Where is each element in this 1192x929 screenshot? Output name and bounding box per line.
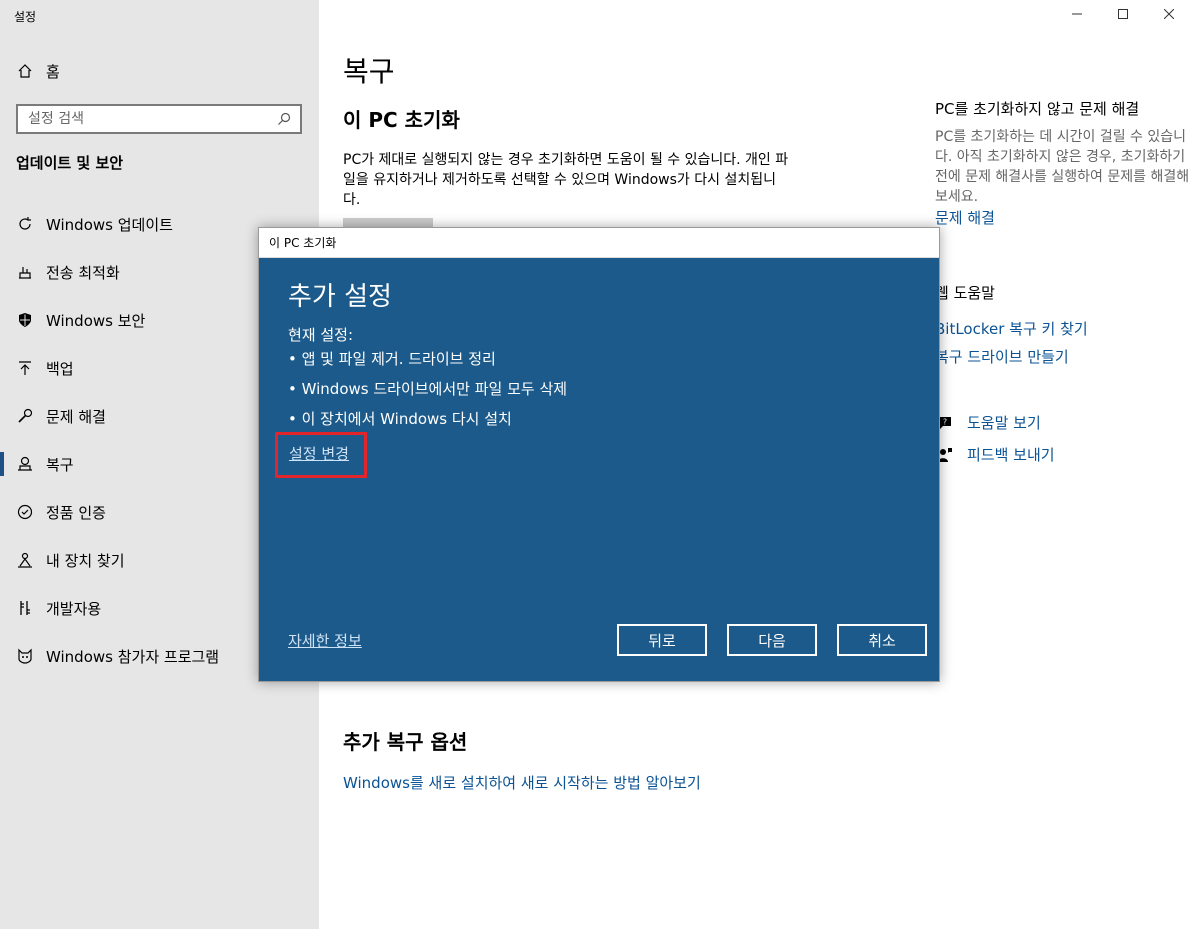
dialog-heading: 추가 설정 — [288, 282, 392, 312]
refresh-icon — [16, 215, 34, 233]
change-settings-link[interactable]: 설정 변경 — [289, 443, 349, 464]
troubleshoot-link[interactable]: 문제 해결 — [935, 207, 1192, 228]
get-help-label: 도움말 보기 — [967, 414, 1041, 432]
feedback-link[interactable]: 피드백 보내기 — [935, 444, 1055, 465]
recovery-drive-link[interactable]: 복구 드라이브 만들기 — [935, 346, 1069, 367]
developer-icon — [16, 599, 34, 617]
setting-item: • 앱 및 파일 제거. 드라이브 정리 — [288, 350, 496, 368]
search-input[interactable] — [28, 111, 276, 127]
troubleshoot-desc: PC를 초기화하는 데 시간이 걸릴 수 있습니다. 아직 초기화하지 않은 경… — [935, 129, 1190, 205]
dialog-body: 추가 설정 현재 설정: • 앱 및 파일 제거. 드라이브 정리 • Wind… — [259, 258, 939, 681]
current-settings-list: • 앱 및 파일 제거. 드라이브 정리 • Windows 드라이브에서만 파… — [288, 348, 567, 438]
web-help-title: 웹 도움말 — [935, 284, 995, 302]
app-title: 설정 — [14, 10, 37, 24]
search-box[interactable] — [16, 104, 302, 134]
backup-arrow-icon — [16, 359, 34, 377]
sidebar-item-label: 복구 — [46, 455, 74, 474]
learn-more-link[interactable]: 자세한 정보 — [288, 630, 362, 651]
sidebar-item-label: Windows 보안 — [46, 311, 146, 330]
delivery-icon — [16, 263, 34, 281]
next-button[interactable]: 다음 — [727, 624, 817, 656]
sidebar-item-label: Windows 업데이트 — [46, 215, 173, 234]
feedback-label: 피드백 보내기 — [967, 446, 1055, 464]
sidebar-item-label: 내 장치 찾기 — [46, 551, 125, 570]
sidebar-item-label: Windows 참가자 프로그램 — [46, 647, 220, 666]
get-help-link[interactable]: ? 도움말 보기 — [935, 412, 1041, 433]
troubleshoot-section: PC를 초기화하지 않고 문제 해결 PC를 초기화하는 데 시간이 걸릴 수 … — [935, 98, 1192, 228]
sidebar-item-label: 정품 인증 — [46, 503, 106, 522]
current-settings-label: 현재 설정: — [288, 326, 354, 344]
sidebar-item-label: 문제 해결 — [46, 407, 106, 426]
home-nav-item[interactable]: 홈 — [16, 58, 60, 84]
sidebar-item-label: 전송 최적화 — [46, 263, 120, 282]
insider-cat-icon — [16, 647, 34, 665]
shield-icon — [16, 311, 34, 329]
back-button[interactable]: 뒤로 — [617, 624, 707, 656]
cancel-button[interactable]: 취소 — [837, 624, 927, 656]
check-circle-icon — [16, 503, 34, 521]
setting-item: • Windows 드라이브에서만 파일 모두 삭제 — [288, 380, 568, 398]
troubleshoot-title: PC를 초기화하지 않고 문제 해결 — [935, 100, 1140, 118]
dialog-titlebar: 이 PC 초기화 — [259, 228, 939, 258]
svg-text:?: ? — [943, 417, 947, 426]
recovery-icon — [16, 455, 34, 473]
search-icon[interactable] — [276, 111, 292, 127]
wrench-icon — [16, 407, 34, 425]
person-pin-icon — [16, 551, 34, 569]
sidebar-item-label: 개발자용 — [46, 599, 102, 618]
home-icon — [16, 62, 34, 80]
bitlocker-key-link[interactable]: BitLocker 복구 키 찾기 — [935, 318, 1088, 339]
home-label: 홈 — [46, 62, 60, 81]
sidebar-item-label: 백업 — [46, 359, 74, 378]
reset-pc-dialog: 이 PC 초기화 추가 설정 현재 설정: • 앱 및 파일 제거. 드라이브 … — [258, 227, 940, 682]
change-settings-highlight: 설정 변경 — [275, 432, 367, 478]
section-title: 업데이트 및 보안 — [16, 154, 124, 172]
dialog-title: 이 PC 초기화 — [269, 236, 337, 250]
